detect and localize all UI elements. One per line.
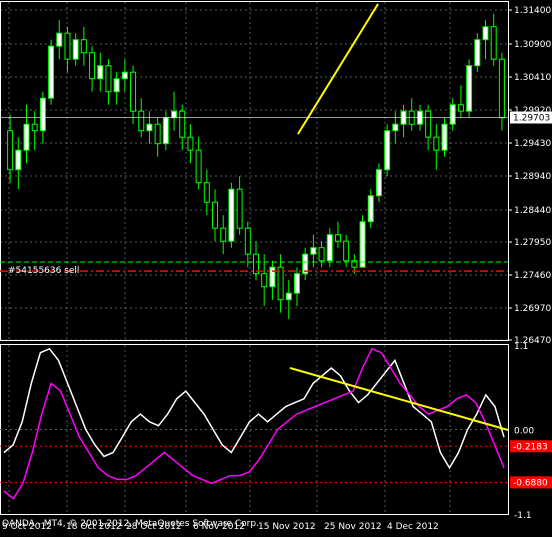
price-tick-label: 1.31400 <box>514 6 551 16</box>
candle-body <box>130 71 137 112</box>
candles-group <box>7 13 505 320</box>
price-tick-label: 1.27950 <box>514 238 551 248</box>
time-axis-label: 15 Nov 2012 <box>258 522 316 532</box>
candle-body <box>326 234 333 262</box>
candle-body <box>334 234 341 242</box>
candle-body <box>203 182 210 203</box>
order-label: #54155636 sell <box>8 266 79 276</box>
candle-body <box>482 26 489 41</box>
osc-tick-label: 1.1 <box>514 342 528 352</box>
oscillator-trendline[interactable] <box>289 367 509 431</box>
candle-body <box>56 32 63 47</box>
candle-body <box>187 136 194 151</box>
candle-body <box>89 52 96 80</box>
candle-body <box>384 130 391 171</box>
candle-body <box>121 71 128 80</box>
candle-body <box>367 195 374 223</box>
candle-body <box>97 65 104 80</box>
level-label: -0.6880 <box>513 478 548 488</box>
candle-body <box>179 110 186 138</box>
candle-body <box>490 26 497 60</box>
candle-body <box>310 247 317 255</box>
price-tick-label: 1.29430 <box>514 139 551 149</box>
candle-body <box>80 39 87 54</box>
candle-body <box>138 110 145 132</box>
candle-body <box>244 227 251 255</box>
time-axis-label: 25 Nov 2012 <box>324 522 382 532</box>
candle-body <box>23 123 30 151</box>
candle-body <box>261 273 268 288</box>
candle-body <box>15 149 22 171</box>
candle-body <box>285 292 292 301</box>
time-axis-label: 4 Dec 2012 <box>387 522 439 532</box>
candle-body <box>466 65 473 112</box>
candle-body <box>171 110 178 119</box>
candle-body <box>293 273 300 294</box>
candle-body <box>48 45 55 99</box>
candle-body <box>162 117 169 145</box>
osc-tick-label: -1.1 <box>514 511 532 521</box>
price-tick-label: 1.28940 <box>514 172 551 182</box>
candle-body <box>425 110 432 138</box>
candle-body <box>236 188 243 229</box>
candle-body <box>39 97 46 132</box>
candle-body <box>359 221 366 268</box>
candle-body <box>343 240 350 262</box>
candle-body <box>220 227 227 242</box>
candle-body <box>113 78 120 93</box>
candle-body <box>7 130 14 171</box>
candle-body <box>392 123 399 132</box>
candle-body <box>105 65 112 93</box>
candle-body <box>277 266 284 301</box>
candle-body <box>498 58 505 119</box>
candle-body <box>474 39 481 67</box>
candle-body <box>441 123 448 151</box>
trading-chart[interactable]: #54155636 sell 1.31400 1.30900 1.30410 1.29… <box>0 0 552 537</box>
candle-body <box>375 169 382 197</box>
price-tick-label: 1.26970 <box>514 304 551 314</box>
candle-body <box>269 266 276 288</box>
price-tick-label: 1.30410 <box>514 73 551 83</box>
candle-body <box>433 136 440 151</box>
price-tick-label: 1.28440 <box>514 206 551 216</box>
copyright-text: OANDA - MT4, © 2001-2012, MetaQuotes Sof… <box>2 519 259 529</box>
candle-body <box>146 123 153 132</box>
level-label: -0.2183 <box>513 442 548 452</box>
candle-body <box>318 247 325 262</box>
oscillator-main-line <box>3 347 505 500</box>
osc-tick-label: 0.00 <box>514 427 534 437</box>
candle-body <box>72 39 79 60</box>
candle-body <box>195 149 202 184</box>
candle-body <box>31 123 38 132</box>
candle-body <box>449 104 456 125</box>
candle-body <box>154 123 161 145</box>
candle-body <box>457 104 464 112</box>
candle-body <box>228 188 235 242</box>
oscillator-group <box>0 347 508 500</box>
price-trendline[interactable] <box>297 3 379 135</box>
price-tick-label: 1.27460 <box>514 271 551 281</box>
current-price-label: 1.29703 <box>513 114 550 124</box>
candle-body <box>212 201 219 229</box>
price-tick-label: 1.30900 <box>514 40 551 50</box>
candle-body <box>64 32 71 60</box>
